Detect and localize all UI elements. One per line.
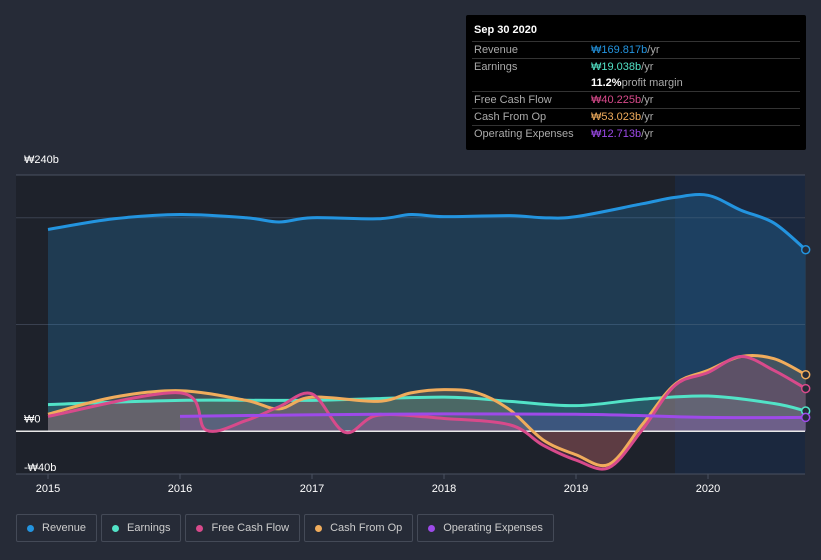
tooltip-unit: /yr: [641, 128, 654, 140]
x-tick-label: 2016: [168, 483, 192, 495]
tooltip-row: Free Cash Flow ₩40.225b /yr: [472, 91, 800, 108]
tooltip-row: Earnings ₩19.038b /yr: [472, 58, 800, 75]
tooltip-unit: /yr: [641, 94, 654, 106]
cash-from-op-end-marker: [800, 369, 811, 380]
tooltip: Sep 30 2020 Revenue ₩169.817b /yr Earnings…: [466, 15, 806, 150]
legend-item-free-cash-flow[interactable]: Free Cash Flow: [185, 514, 301, 542]
tooltip-row: 11.2% profit margin: [472, 75, 800, 91]
x-tick-label: 2020: [696, 483, 720, 495]
legend-item-earnings[interactable]: Earnings: [101, 514, 182, 542]
y-tick-label: -₩40b: [24, 462, 56, 474]
tooltip-unit: /yr: [641, 111, 654, 123]
legend-label: Cash From Op: [330, 522, 403, 534]
legend-dot-icon: [27, 524, 34, 532]
tooltip-row: Revenue ₩169.817b /yr: [472, 41, 800, 58]
legend-item-revenue[interactable]: Revenue: [16, 514, 98, 542]
tooltip-unit: /yr: [641, 61, 654, 73]
revenue-end-marker: [800, 245, 811, 255]
legend-label: Earnings: [127, 522, 171, 534]
tooltip-value: 11.2%: [591, 77, 622, 89]
x-tick-label: 2018: [432, 483, 456, 495]
tooltip-label: [474, 75, 591, 91]
tooltip-label: Free Cash Flow: [474, 94, 552, 106]
operating-expenses-end-marker: [800, 412, 811, 423]
legend-dot-icon: [196, 524, 204, 532]
x-tick-label: 2019: [564, 483, 588, 495]
tooltip-row: Operating Expenses ₩12.713b /yr: [472, 125, 800, 142]
tooltip-value: ₩12.713b: [591, 128, 642, 140]
tooltip-label: Revenue: [474, 44, 519, 56]
tooltip-row: Cash From Op ₩53.023b /yr: [472, 108, 800, 125]
x-tick-label: 2017: [300, 483, 324, 495]
legend-label: Revenue: [42, 522, 87, 534]
tooltip-unit: /yr: [647, 44, 660, 56]
free-cash-flow-end-marker: [800, 383, 811, 394]
tooltip-value: ₩169.817b: [591, 44, 648, 56]
tooltip-unit: profit margin: [621, 77, 683, 89]
y-tick-label: ₩240b: [24, 154, 59, 166]
x-tick-label: 2015: [36, 483, 60, 495]
legend-label: Free Cash Flow: [211, 522, 290, 534]
tooltip-value: ₩40.225b: [591, 94, 642, 106]
tooltip-date: Sep 30 2020: [474, 24, 537, 36]
tooltip-label: Earnings: [474, 61, 518, 73]
legend-label: Operating Expenses: [443, 522, 543, 534]
legend-item-operating-expenses[interactable]: Operating Expenses: [417, 514, 554, 542]
legend-dot-icon: [428, 524, 436, 532]
tooltip-value: ₩19.038b: [591, 61, 642, 73]
legend: Revenue Earnings Free Cash Flow Cash From O…: [16, 514, 554, 542]
tooltip-label: Cash From Op: [474, 111, 547, 123]
tooltip-label: Operating Expenses: [474, 128, 574, 140]
legend-dot-icon: [315, 524, 323, 532]
legend-dot-icon: [112, 524, 120, 532]
legend-item-cash-from-op[interactable]: Cash From Op: [304, 514, 414, 542]
y-tick-label: ₩0: [24, 413, 41, 425]
tooltip-value: ₩53.023b: [591, 111, 642, 123]
